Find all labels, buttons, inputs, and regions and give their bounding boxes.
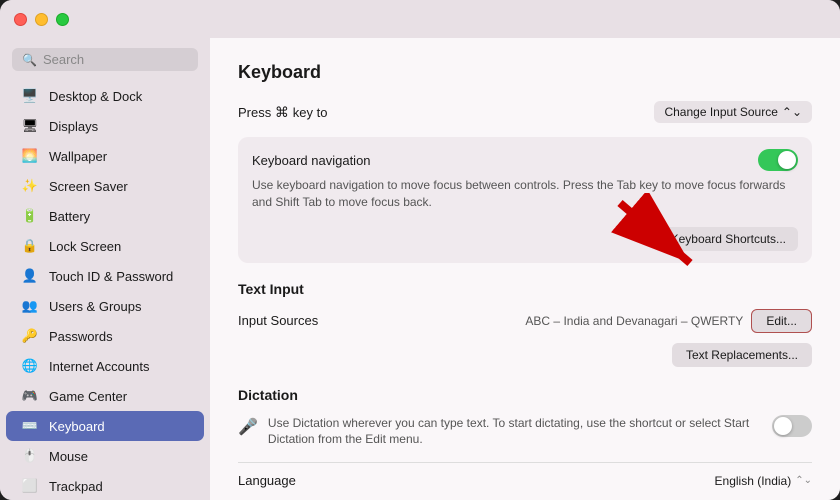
sidebar-item-passwords[interactable]: 🔑 Passwords — [6, 321, 204, 351]
language-value-group[interactable]: English (India) ⌃⌄ — [715, 474, 812, 488]
sidebar-item-trackpad[interactable]: ⬜ Trackpad — [6, 471, 204, 500]
sidebar-item-label-lock-screen: Lock Screen — [49, 239, 121, 254]
sidebar-item-wallpaper[interactable]: 🌅 Wallpaper — [6, 141, 204, 171]
displays-icon: 🖥 — [20, 116, 40, 136]
sidebar-item-keyboard[interactable]: ⌨️ Keyboard — [6, 411, 204, 441]
keyboard-nav-title: Keyboard navigation — [252, 153, 371, 168]
keyboard-shortcuts-button[interactable]: Keyboard Shortcuts... — [659, 227, 798, 251]
search-placeholder: Search — [43, 52, 84, 67]
sidebar-item-label-internet-accounts: Internet Accounts — [49, 359, 149, 374]
sidebar-item-battery[interactable]: 🔋 Battery — [6, 201, 204, 231]
keyboard-nav-header: Keyboard navigation — [252, 149, 798, 171]
input-sources-row: Input Sources ABC – India and Devanagari… — [238, 309, 812, 333]
sidebar-item-label-trackpad: Trackpad — [49, 479, 103, 494]
microphone-icon: 🎤 — [238, 417, 258, 437]
input-sources-right: ABC – India and Devanagari – QWERTY Edit… — [525, 309, 812, 333]
sidebar-item-label-battery: Battery — [49, 209, 90, 224]
sidebar-item-mouse[interactable]: 🖱️ Mouse — [6, 441, 204, 471]
sidebar-items: 🖥️ Desktop & Dock 🖥 Displays 🌅 Wallpaper… — [0, 81, 210, 500]
edit-btn-wrapper: Edit... — [751, 309, 812, 333]
dictation-section: Dictation 🎤 Use Dictation wherever you c… — [238, 387, 812, 500]
sidebar-item-label-desktop-dock: Desktop & Dock — [49, 89, 142, 104]
text-replacements-row: Text Replacements... — [238, 343, 812, 367]
edit-button[interactable]: Edit... — [751, 309, 812, 333]
battery-icon: 🔋 — [20, 206, 40, 226]
screen-saver-icon: ✨ — [20, 176, 40, 196]
text-input-title: Text Input — [238, 281, 812, 297]
search-icon: 🔍 — [22, 53, 37, 67]
main-content: Keyboard Press ⌘ key to Change Input Sou… — [210, 38, 840, 500]
language-value: English (India) — [715, 474, 792, 488]
wallpaper-icon: 🌅 — [20, 146, 40, 166]
keyboard-nav-toggle[interactable] — [758, 149, 798, 171]
input-sources-label: Input Sources — [238, 313, 318, 328]
passwords-icon: 🔑 — [20, 326, 40, 346]
mouse-icon: 🖱️ — [20, 446, 40, 466]
sidebar-item-label-users-groups: Users & Groups — [49, 299, 141, 314]
sidebar-item-label-mouse: Mouse — [49, 449, 88, 464]
sidebar-item-label-screen-saver: Screen Saver — [49, 179, 128, 194]
users-groups-icon: 👥 — [20, 296, 40, 316]
content-area: 🔍 Search 🖥️ Desktop & Dock 🖥 Displays 🌅 … — [0, 38, 840, 500]
language-row: Language English (India) ⌃⌄ — [238, 462, 812, 488]
close-button[interactable] — [14, 13, 27, 26]
internet-accounts-icon: 🌐 — [20, 356, 40, 376]
sidebar-item-label-keyboard: Keyboard — [49, 419, 105, 434]
text-input-section: Text Input Input Sources ABC – India and… — [238, 281, 812, 367]
keyboard-icon: ⌨️ — [20, 416, 40, 436]
lock-screen-icon: 🔒 — [20, 236, 40, 256]
titlebar — [0, 0, 840, 38]
game-center-icon: 🎮 — [20, 386, 40, 406]
sidebar-item-label-wallpaper: Wallpaper — [49, 149, 107, 164]
touch-id-icon: 👤 — [20, 266, 40, 286]
chevron-icon: ⌃⌄ — [782, 105, 802, 119]
sidebar-item-touch-id[interactable]: 👤 Touch ID & Password — [6, 261, 204, 291]
press-key-row: Press ⌘ key to Change Input Source ⌃⌄ — [238, 101, 812, 123]
desktop-dock-icon: 🖥️ — [20, 86, 40, 106]
dictation-desc-row: 🎤 Use Dictation wherever you can type te… — [238, 415, 812, 449]
trackpad-icon: ⬜ — [20, 476, 40, 496]
page-title: Keyboard — [238, 62, 812, 83]
sidebar-item-label-passwords: Passwords — [49, 329, 113, 344]
keyboard-nav-section: Keyboard navigation Use keyboard navigat… — [238, 137, 812, 263]
change-input-source-select[interactable]: Change Input Source ⌃⌄ — [654, 101, 812, 123]
sidebar-item-label-game-center: Game Center — [49, 389, 127, 404]
dictation-title: Dictation — [238, 387, 812, 403]
sidebar-item-lock-screen[interactable]: 🔒 Lock Screen — [6, 231, 204, 261]
minimize-button[interactable] — [35, 13, 48, 26]
settings-window: 🔍 Search 🖥️ Desktop & Dock 🖥 Displays 🌅 … — [0, 0, 840, 500]
sidebar-item-desktop-dock[interactable]: 🖥️ Desktop & Dock — [6, 81, 204, 111]
sidebar-item-game-center[interactable]: 🎮 Game Center — [6, 381, 204, 411]
sidebar: 🔍 Search 🖥️ Desktop & Dock 🖥 Displays 🌅 … — [0, 38, 210, 500]
kbd-shortcuts-row: Keyboard Shortcuts... — [252, 219, 798, 251]
dictation-description: Use Dictation wherever you can type text… — [268, 415, 762, 449]
language-chevron: ⌃⌄ — [795, 475, 812, 486]
maximize-button[interactable] — [56, 13, 69, 26]
sidebar-item-label-displays: Displays — [49, 119, 98, 134]
keyboard-nav-desc: Use keyboard navigation to move focus be… — [252, 177, 798, 211]
press-key-label: Press ⌘ key to — [238, 104, 327, 121]
input-sources-value: ABC – India and Devanagari – QWERTY — [525, 314, 743, 328]
search-box[interactable]: 🔍 Search — [12, 48, 198, 71]
language-label: Language — [238, 473, 296, 488]
text-replacements-button[interactable]: Text Replacements... — [672, 343, 812, 367]
sidebar-item-internet-accounts[interactable]: 🌐 Internet Accounts — [6, 351, 204, 381]
sidebar-item-screen-saver[interactable]: ✨ Screen Saver — [6, 171, 204, 201]
sidebar-item-users-groups[interactable]: 👥 Users & Groups — [6, 291, 204, 321]
sidebar-item-label-touch-id: Touch ID & Password — [49, 269, 173, 284]
dictation-toggle[interactable] — [772, 415, 812, 437]
sidebar-item-displays[interactable]: 🖥 Displays — [6, 111, 204, 141]
